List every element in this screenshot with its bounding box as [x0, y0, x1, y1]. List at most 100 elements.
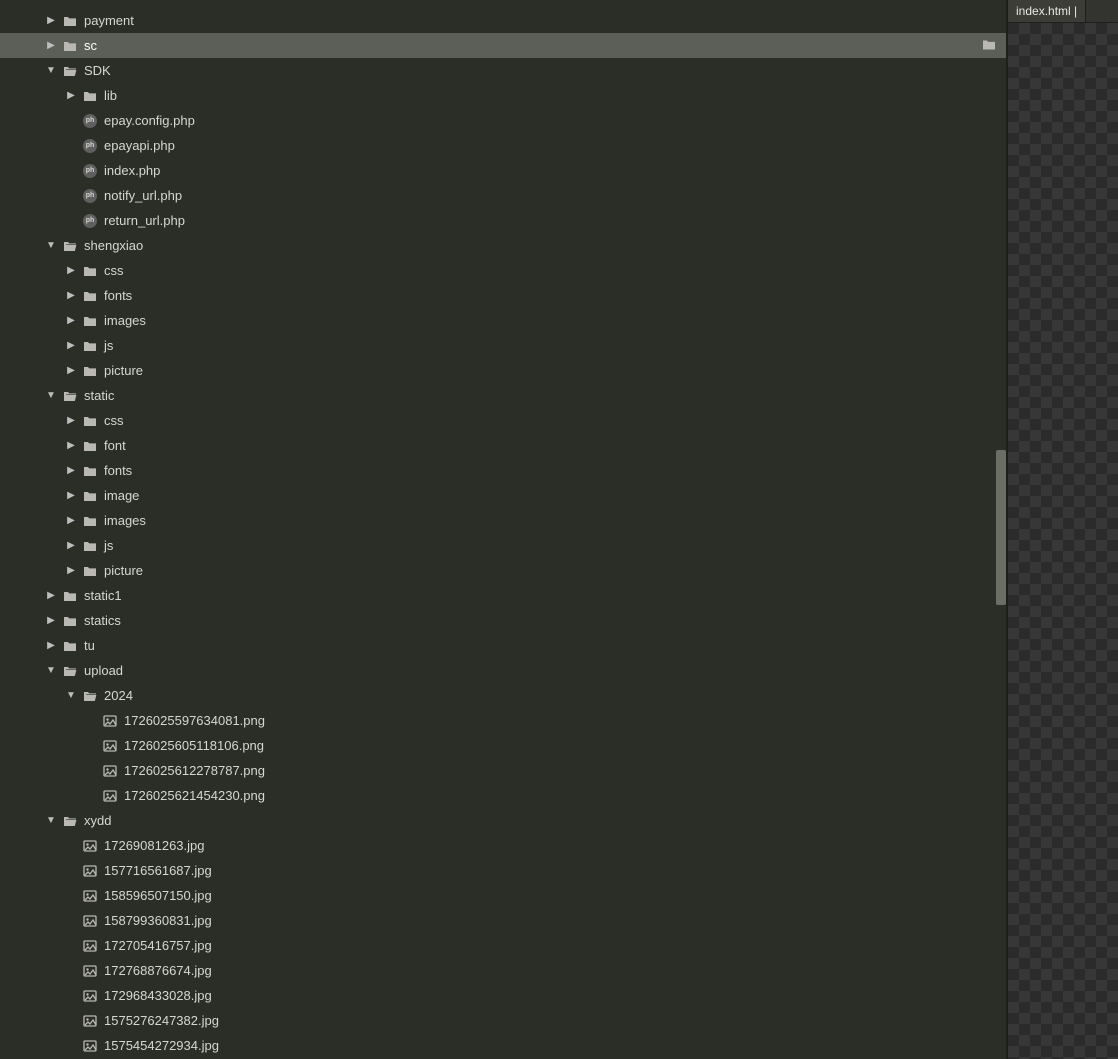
tree-row[interactable]: ▶picture — [0, 558, 1006, 583]
tree-row[interactable]: ▶phepay.config.php — [0, 108, 1006, 133]
scrollbar-thumb[interactable] — [996, 450, 1006, 605]
tree-row[interactable]: ▶payment — [0, 8, 1006, 33]
tree-item-label: css — [104, 263, 124, 278]
tree-item-label: 172968433028.jpg — [104, 988, 212, 1003]
tree-row[interactable]: ▼shengxiao — [0, 233, 1006, 258]
tree-row[interactable]: ▶158799360831.jpg — [0, 908, 1006, 933]
chevron-down-icon[interactable]: ▼ — [44, 815, 58, 826]
tree-row[interactable]: ▼static — [0, 383, 1006, 408]
tree-item-label: picture — [104, 363, 143, 378]
chevron-right-icon[interactable]: ▶ — [64, 365, 78, 376]
chevron-right-icon[interactable]: ▶ — [64, 290, 78, 301]
tree-row[interactable]: ▶font — [0, 433, 1006, 458]
tree-row[interactable]: ▶css — [0, 408, 1006, 433]
tree-row[interactable]: ▶157716561687.jpg — [0, 858, 1006, 883]
tree-row[interactable]: ▼ 2024 — [0, 683, 1006, 708]
chevron-right-icon[interactable]: ▶ — [64, 90, 78, 101]
chevron-right-icon[interactable]: ▶ — [64, 565, 78, 576]
folder-icon — [82, 313, 98, 329]
tree-row[interactable]: ▶17269081263.jpg — [0, 833, 1006, 858]
tree-row[interactable]: ▼ SDK — [0, 58, 1006, 83]
tree-row[interactable]: ▶images — [0, 508, 1006, 533]
tree-row[interactable]: ▶static1 — [0, 583, 1006, 608]
chevron-down-icon[interactable]: ▼ — [44, 390, 58, 401]
chevron-right-icon[interactable]: ▶ — [64, 440, 78, 451]
tree-item-label: lib — [104, 88, 117, 103]
file-tree: ▶payment▶sc▼SDK▶lib▶phepay.config.php▶ph… — [0, 0, 1006, 1059]
folder-open-icon — [62, 663, 78, 679]
file-explorer-sidebar[interactable]: ▶payment▶sc▼SDK▶lib▶phepay.config.php▶ph… — [0, 0, 1007, 1059]
tree-row[interactable]: ▶172768876674.jpg — [0, 958, 1006, 983]
chevron-right-icon[interactable]: ▶ — [64, 540, 78, 551]
chevron-down-icon[interactable]: ▼ — [64, 690, 78, 701]
chevron-down-icon[interactable]: ▼ — [44, 65, 58, 76]
tree-row[interactable]: ▶1726025621454230.png — [0, 783, 1006, 808]
chevron-right-icon[interactable]: ▶ — [44, 590, 58, 601]
chevron-right-icon[interactable]: ▶ — [44, 640, 58, 651]
chevron-right-icon[interactable]: ▶ — [64, 315, 78, 326]
tree-row[interactable]: ▶1726025612278787.png — [0, 758, 1006, 783]
tree-row[interactable]: ▼ upload — [0, 658, 1006, 683]
php-file-icon: ph — [82, 163, 98, 179]
tree-item-label: js — [104, 538, 113, 553]
tree-row[interactable]: ▶172705416757.jpg — [0, 933, 1006, 958]
folder-icon — [82, 338, 98, 354]
tree-row[interactable]: ▼xydd — [0, 808, 1006, 833]
tree-row[interactable]: ▶ sc — [0, 33, 1006, 58]
chevron-right-icon[interactable]: ▶ — [64, 490, 78, 501]
chevron-right-icon[interactable]: ▶ — [44, 615, 58, 626]
tree-item-label: sc — [84, 38, 97, 53]
tree-row[interactable]: ▶phindex.php — [0, 158, 1006, 183]
chevron-right-icon[interactable]: ▶ — [64, 340, 78, 351]
folder-icon — [82, 513, 98, 529]
folder-icon — [82, 438, 98, 454]
tree-row[interactable]: ▶image — [0, 483, 1006, 508]
tree-item-label: upload — [84, 663, 123, 678]
tree-item-label: 2024 — [104, 688, 133, 703]
folder-icon — [982, 38, 996, 53]
chevron-right-icon[interactable]: ▶ — [64, 415, 78, 426]
tree-row[interactable]: ▶ fonts — [0, 458, 1006, 483]
tree-item-label: 1575276247382.jpg — [104, 1013, 219, 1028]
tree-row[interactable]: ▶ fonts — [0, 283, 1006, 308]
image-file-icon — [102, 738, 118, 754]
chevron-right-icon[interactable]: ▶ — [64, 265, 78, 276]
tree-row[interactable]: ▶1575454272934.jpg — [0, 1033, 1006, 1058]
image-file-icon — [82, 938, 98, 954]
tree-row[interactable]: ▶1726025597634081.png — [0, 708, 1006, 733]
tree-row[interactable]: ▶158596507150.jpg — [0, 883, 1006, 908]
tree-row[interactable]: ▶1726025605118106.png — [0, 733, 1006, 758]
tree-row[interactable]: ▶ css — [0, 258, 1006, 283]
image-file-icon — [82, 888, 98, 904]
tree-row[interactable]: ▶statics — [0, 608, 1006, 633]
tree-row[interactable]: ▶172968433028.jpg — [0, 983, 1006, 1008]
preview-tab[interactable]: index.html | — [1008, 0, 1086, 22]
chevron-right-icon[interactable]: ▶ — [64, 515, 78, 526]
tree-item-label: fonts — [104, 463, 132, 478]
tree-row[interactable]: ▶images — [0, 308, 1006, 333]
tree-row[interactable]: ▶ js — [0, 333, 1006, 358]
tree-row[interactable]: ▶1575276247382.jpg — [0, 1008, 1006, 1033]
tree-item-label: 17269081263.jpg — [104, 838, 205, 853]
tree-row[interactable]: ▶phepayapi.php — [0, 133, 1006, 158]
chevron-right-icon[interactable]: ▶ — [44, 15, 58, 26]
chevron-right-icon[interactable]: ▶ — [44, 40, 58, 51]
tree-row[interactable]: ▶ lib — [0, 83, 1006, 108]
tree-item-label: js — [104, 338, 113, 353]
folder-icon — [82, 88, 98, 104]
tree-row[interactable]: ▶tu — [0, 633, 1006, 658]
tree-row[interactable]: ▶ picture — [0, 358, 1006, 383]
chevron-right-icon[interactable]: ▶ — [64, 465, 78, 476]
chevron-down-icon[interactable]: ▼ — [44, 665, 58, 676]
preview-tabbar: index.html | — [1008, 0, 1118, 23]
chevron-down-icon[interactable]: ▼ — [44, 240, 58, 251]
image-file-icon — [82, 988, 98, 1004]
tree-item-label: 1726025612278787.png — [124, 763, 265, 778]
folder-icon — [82, 263, 98, 279]
tree-row[interactable]: ▶ js — [0, 533, 1006, 558]
tree-row[interactable]: ▶phnotify_url.php — [0, 183, 1006, 208]
tree-row[interactable]: ▶phreturn_url.php — [0, 208, 1006, 233]
tree-item-label: SDK — [84, 63, 111, 78]
preview-pane: index.html | — [1007, 0, 1118, 1059]
tree-item-label: fonts — [104, 288, 132, 303]
